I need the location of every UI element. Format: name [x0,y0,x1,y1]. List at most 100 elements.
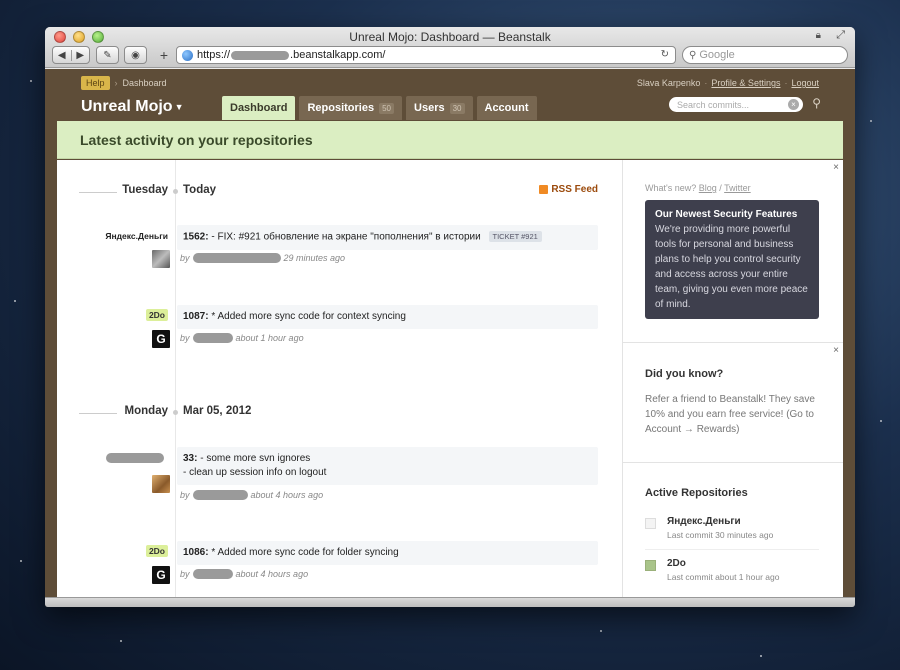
window-title: Unreal Mojo: Dashboard — Beanstalk [349,30,551,44]
search-commits-placeholder: Search commits... [677,99,750,110]
url-suffix: .beanstalkapp.com/ [290,49,386,61]
search-icon[interactable]: ⚲ [812,96,821,110]
browser-search-field[interactable]: ⚲ Google [682,46,848,64]
sidebar: × What's new? Blog / Twitter Our Newest … [622,160,843,607]
commit-text: * Added more sync code for folder syncin… [211,547,399,558]
share-button[interactable]: ✎ [96,46,119,64]
revision-number: 1086: [183,547,209,558]
close-icon[interactable]: × [833,345,839,356]
tab-account[interactable]: Account [476,96,537,120]
reload-icon[interactable]: ↻ [661,49,669,60]
repo-name[interactable]: Яндекс.Деньги [105,231,168,241]
clear-icon[interactable]: × [788,99,799,110]
promo-title: Our Newest Security Features [655,209,798,220]
tab-dashboard[interactable]: Dashboard [222,96,296,120]
tab-label: Dashboard [230,102,288,114]
commit-byline: by about 1 hour ago [180,333,304,343]
tab-label: Repositories [307,102,375,114]
forward-button[interactable]: ▶ [70,49,90,61]
active-repositories-title: Active Repositories [645,487,748,499]
breadcrumb-dashboard[interactable]: Dashboard [123,78,167,88]
timeline-line [175,160,176,607]
fullscreen-icon[interactable]: ⤢ [836,29,845,42]
breadcrumb-separator: › [114,78,118,88]
back-forward-buttons: ◀ ▶ [52,46,90,64]
commit-message[interactable]: 1562: - FIX: #921 обновление на экране "… [177,225,598,250]
back-button[interactable]: ◀ [53,50,71,61]
main-content: Tuesday Today RSS Feed Яндекс.Деньги 156… [57,160,843,607]
whats-new-links: What's new? Blog / Twitter [645,183,751,193]
tab-label: Users [414,102,445,114]
help-button[interactable]: Help [81,76,110,90]
revision-number: 1562: [183,231,209,243]
avatar: G [152,566,170,584]
redacted-subdomain [231,50,290,60]
commit-message[interactable]: 1086: * Added more sync code for folder … [177,541,598,565]
lock-icon: 🔒︎ [815,30,821,41]
account-switcher[interactable]: Unreal Mojo ▼ [81,98,183,116]
revision-number: 33: [183,453,198,464]
tab-count: 30 [449,102,465,114]
user-name: Slava Karpenko [636,78,701,88]
commit-message[interactable]: 33: - some more svn ignores - clean up s… [177,447,598,485]
title-bar: Unreal Mojo: Dashboard — Beanstalk 🔒︎ ⤢ … [45,27,855,68]
active-repo-name: 2Do [667,558,686,569]
day-name: Monday [124,405,168,417]
by-label: by [180,490,190,500]
active-repo-last-commit: Last commit 30 minutes ago [667,530,774,540]
day-rule [79,413,117,414]
avatar [152,475,170,493]
security-promo[interactable]: Our Newest Security Features We're provi… [645,200,819,319]
divider [623,342,843,343]
browser-search-placeholder: Google [699,49,735,61]
logout-link[interactable]: Logout [791,78,819,88]
rss-feed-link[interactable]: RSS Feed [539,184,598,195]
stop-icon: ◉ [131,49,140,61]
revision-number: 1087: [183,311,209,322]
promo-text: We're providing more powerful tools for … [655,224,808,310]
beanstalk-site: Help › Dashboard Slava Karpenko · Profil… [45,69,855,607]
did-you-know-title: Did you know? [645,368,724,380]
day-header: Monday Mar 05, 2012 [57,405,622,421]
commit-text: - FIX: #921 обновление на экране "пополн… [211,231,481,243]
address-bar[interactable]: https:// .beanstalkapp.com/ ↻ [176,46,676,64]
plus-icon: + [159,47,169,63]
day-rule [79,192,117,193]
tab-users[interactable]: Users 30 [406,96,473,120]
tab-repositories[interactable]: Repositories 50 [299,96,403,120]
by-label: by [180,253,190,263]
repo-color-swatch [645,560,656,571]
twitter-link[interactable]: Twitter [724,183,751,193]
commit-message[interactable]: 1087: * Added more sync code for context… [177,305,598,329]
status-bar [45,597,855,607]
commit-time: about 4 hours ago [235,569,309,579]
rss-icon [539,185,549,194]
divider [645,549,819,550]
page-title: Latest activity on your repositories [57,121,843,159]
day-date: Today [183,184,217,196]
timeline-dot [173,189,178,194]
close-icon[interactable]: × [833,162,839,173]
stop-button[interactable]: ◉ [124,46,147,64]
add-bookmark-button[interactable]: + [154,46,174,64]
tab-label: Account [484,102,529,114]
blog-link[interactable]: Blog [699,183,717,193]
day-name: Tuesday [122,184,168,196]
brand-name: Unreal Mojo [81,98,173,115]
redacted-author [192,490,248,500]
user-nav-separator: · [704,78,708,88]
redacted-repo-name [106,453,164,463]
ticket-badge[interactable]: TICKET #921 [488,231,542,242]
commit-time: 29 minutes ago [283,253,346,263]
active-repo-name: Яндекс.Деньги [667,516,741,527]
commit-text: * Added more sync code for context synci… [211,311,406,322]
repo-name[interactable]: 2Do [145,309,168,321]
timeline-dot [173,410,178,415]
repo-color-swatch [645,518,656,529]
share-icon: ✎ [103,49,112,61]
profile-settings-link[interactable]: Profile & Settings [711,78,780,88]
by-label: by [180,569,190,579]
avatar [152,250,170,268]
repo-name[interactable]: 2Do [145,545,168,557]
search-commits-input[interactable]: Search commits... × [669,97,803,112]
